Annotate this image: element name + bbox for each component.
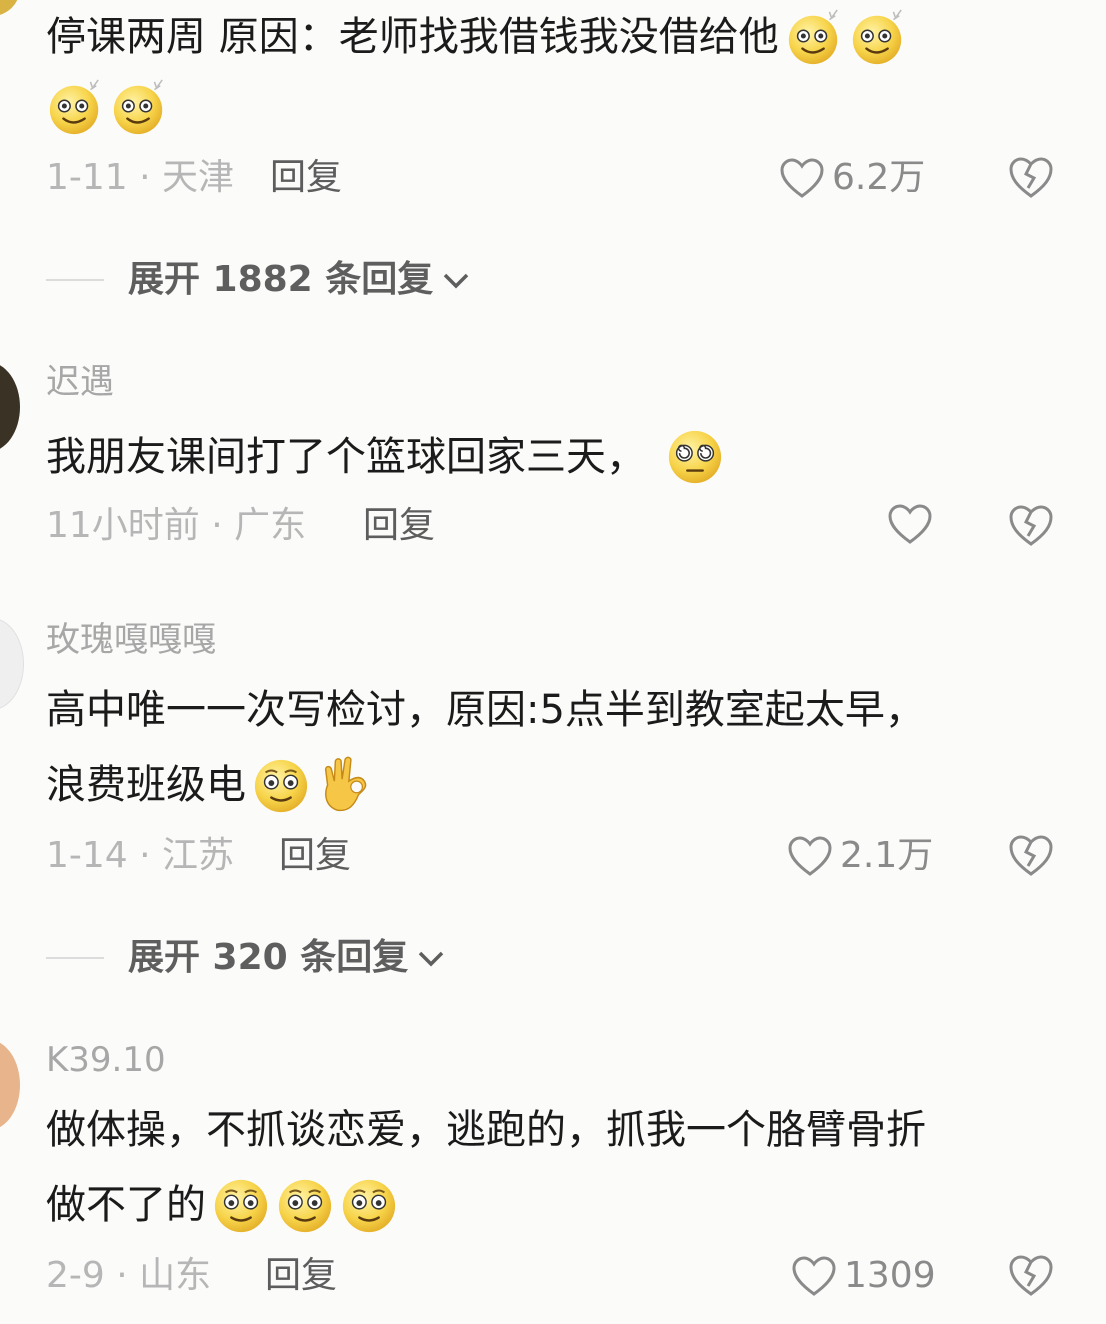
broken-heart-icon[interactable] bbox=[1006, 832, 1056, 878]
like-count: 2.1万 bbox=[840, 835, 934, 876]
avatar[interactable] bbox=[0, 0, 20, 16]
avatar[interactable] bbox=[0, 618, 24, 710]
comment-text-line: 做不了的 bbox=[46, 1176, 398, 1234]
blank-stare-emoji bbox=[276, 1176, 334, 1234]
like-button[interactable]: 6.2万 bbox=[778, 156, 925, 200]
comment-meta: 1-14 · 江苏 bbox=[46, 835, 235, 876]
dizzy-smile-emoji bbox=[849, 8, 907, 66]
expand-replies-label: 展开 320 条回复 bbox=[128, 937, 409, 978]
comment-text: 高中唯一一次写检讨，原因:5点半到教室起太早， bbox=[46, 687, 925, 733]
dizzy-smile-emoji bbox=[46, 78, 104, 136]
blank-stare-emoji bbox=[212, 1176, 270, 1234]
reply-button[interactable]: 回复 bbox=[279, 834, 351, 878]
blank-stare-emoji bbox=[340, 1176, 398, 1234]
comment-meta: 1-11 · 天津 bbox=[46, 157, 235, 198]
divider bbox=[46, 957, 104, 959]
heart-outline-icon bbox=[780, 158, 824, 198]
chevron-down-icon bbox=[418, 951, 444, 967]
expand-replies-label: 展开 1882 条回复 bbox=[128, 259, 434, 300]
broken-heart-icon[interactable] bbox=[1006, 154, 1056, 200]
comment-text: 我朋友课间打了个篮球回家三天， bbox=[46, 434, 646, 480]
like-button[interactable]: 2.1万 bbox=[786, 834, 933, 878]
comment-text-line: 我朋友课间打了个篮球回家三天， bbox=[46, 428, 724, 486]
username[interactable]: K39.10 bbox=[46, 1040, 166, 1080]
username[interactable]: 迟遇 bbox=[46, 362, 114, 402]
broken-heart-icon[interactable] bbox=[1006, 1252, 1056, 1298]
username[interactable]: 玫瑰嘎嘎嘎 bbox=[46, 620, 216, 660]
comment-meta: 11小时前 · 广东 bbox=[46, 505, 307, 546]
comment-text: 浪费班级电 bbox=[46, 762, 246, 808]
expand-replies-button[interactable]: 展开 320 条回复 bbox=[46, 936, 448, 980]
like-button[interactable] bbox=[886, 502, 940, 546]
comment-text: 停课两周 原因：老师找我借钱我没借给他 bbox=[46, 14, 779, 60]
like-button[interactable]: 1309 bbox=[790, 1254, 936, 1298]
avatar[interactable] bbox=[0, 1040, 20, 1130]
comment-text: 做不了的 bbox=[46, 1182, 206, 1228]
blank-stare-emoji bbox=[252, 756, 310, 814]
heart-outline-icon bbox=[888, 504, 932, 544]
dizzy-smile-emoji bbox=[110, 78, 168, 136]
comment-text-line: 做体操，不抓谈恋爱，逃跑的，抓我一个胳臂骨折 bbox=[46, 1106, 926, 1154]
reply-button[interactable]: 回复 bbox=[270, 156, 342, 200]
comment-text-line bbox=[46, 78, 168, 136]
reply-button[interactable]: 回复 bbox=[363, 504, 435, 548]
ok-hand-emoji bbox=[316, 756, 374, 814]
reply-button[interactable]: 回复 bbox=[265, 1254, 337, 1298]
comment-text-line: 高中唯一一次写检讨，原因:5点半到教室起太早， bbox=[46, 686, 925, 734]
avatar[interactable] bbox=[0, 362, 20, 452]
heart-outline-icon bbox=[792, 1256, 836, 1296]
comment-meta: 2-9 · 山东 bbox=[46, 1255, 212, 1296]
chevron-down-icon bbox=[444, 273, 469, 289]
comment-text-line: 浪费班级电 bbox=[46, 756, 374, 814]
comment-text: 做体操，不抓谈恋爱，逃跑的，抓我一个胳臂骨折 bbox=[46, 1107, 926, 1153]
swirl-eyes-emoji bbox=[666, 428, 724, 486]
like-count: 1309 bbox=[844, 1255, 936, 1296]
like-count: 6.2万 bbox=[832, 157, 926, 198]
heart-outline-icon bbox=[788, 836, 832, 876]
broken-heart-icon[interactable] bbox=[1006, 502, 1056, 548]
expand-replies-button[interactable]: 展开 1882 条回复 bbox=[46, 258, 473, 302]
dizzy-smile-emoji bbox=[785, 8, 843, 66]
divider bbox=[46, 279, 104, 281]
comment-text-line: 停课两周 原因：老师找我借钱我没借给他 bbox=[46, 8, 907, 66]
